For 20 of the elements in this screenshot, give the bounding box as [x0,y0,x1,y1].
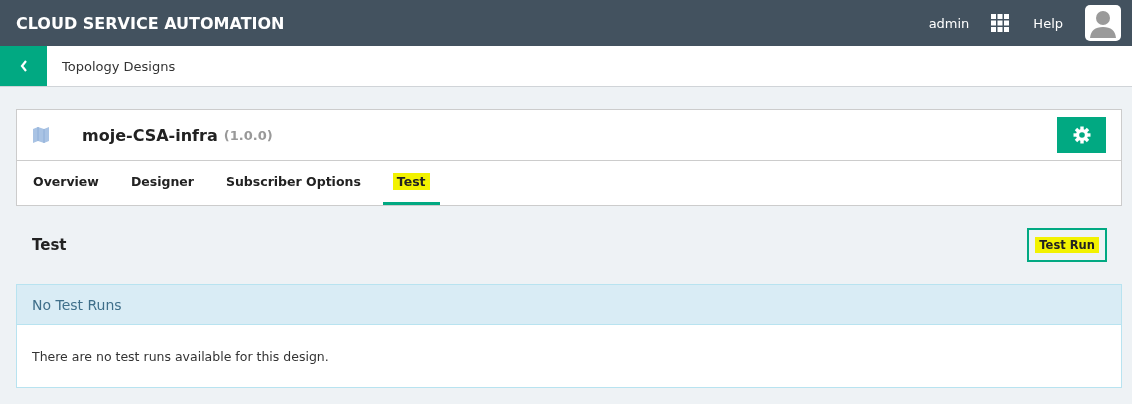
tab[interactable]: Subscriber Options [215,161,371,205]
tab[interactable]: Designer [120,161,204,205]
test-run-button[interactable]: Test Run [1027,228,1107,262]
tab[interactable]: Test [382,161,440,205]
user-link[interactable]: admin [928,15,970,31]
avatar-icon[interactable] [1085,5,1121,41]
chevron-left-icon [18,59,29,73]
section-title: Test [32,236,67,254]
settings-icon [1072,126,1091,144]
app-grid-icon[interactable] [991,14,1010,32]
breadcrumb-title: Topology Designs [62,58,176,74]
map-icon [32,127,50,143]
design-version: (1.0.0) [223,127,273,143]
empty-message: There are no test runs available for this design. [32,348,329,364]
app-title: CLOUD SERVICE AUTOMATION [16,13,285,33]
settings-button[interactable] [1057,117,1106,153]
panel-title: No Test Runs [32,296,122,313]
design-name: moje-CSA-infra [82,125,218,145]
tab[interactable]: Overview [23,161,109,205]
help-link[interactable]: Help [1033,15,1063,31]
